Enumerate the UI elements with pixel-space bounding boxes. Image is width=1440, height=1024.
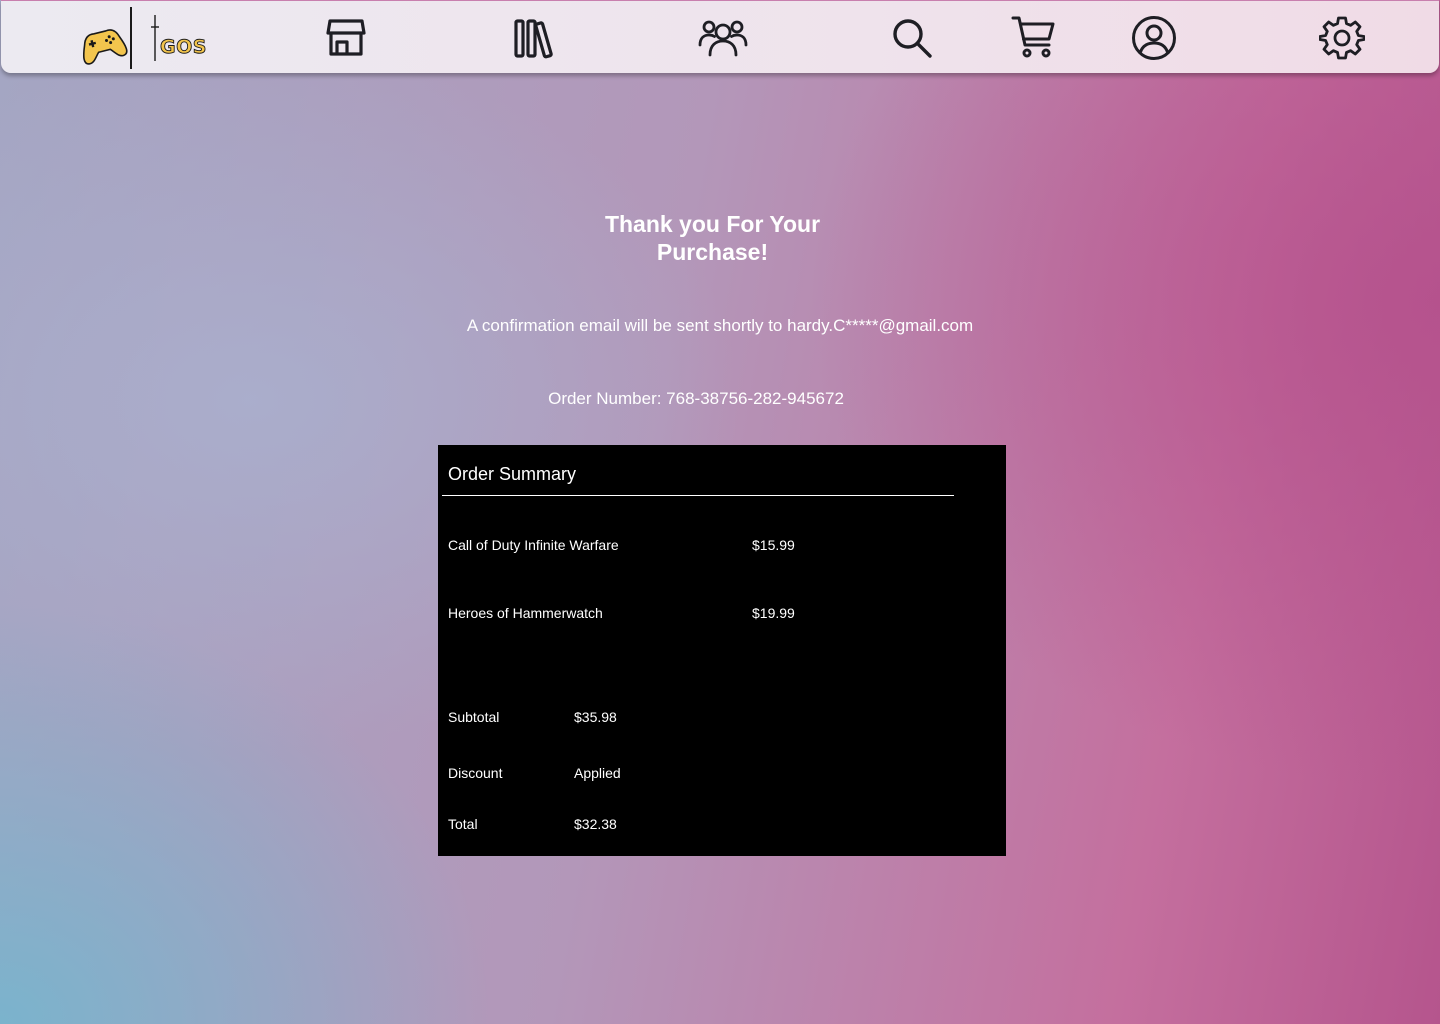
order-summary-panel: Order Summary Call of Duty Infinite Warf… [438,445,1006,856]
search-icon[interactable] [891,17,933,59]
order-number: Order Number: 768-38756-282-945672 [548,389,844,408]
line-item-price: $19.99 [752,605,795,621]
subtotal-value: $35.98 [574,709,617,725]
settings-icon[interactable] [1319,15,1365,61]
total-value: $32.38 [574,816,617,832]
profile-icon[interactable] [1131,15,1177,61]
subtotal-label: Subtotal [448,709,500,725]
line-item-name: Heroes of Hammerwatch [448,605,603,621]
page-title: Thank you For Your Purchase! [604,211,821,265]
total-label: Total [448,816,478,832]
discount-value: Applied [574,765,621,781]
order-summary-title: Order Summary [448,464,577,484]
confirmation-email-message: A confirmation email will be sent shortl… [466,316,974,335]
library-icon[interactable] [513,17,557,59]
gos-logo[interactable]: GOS [77,7,227,69]
store-icon[interactable] [325,17,367,59]
line-item-name: Call of Duty Infinite Warfare [448,537,619,553]
line-item-price: $15.99 [752,537,795,553]
summary-divider [442,495,954,496]
logo-text: GOS [160,36,207,58]
discount-label: Discount [448,765,503,781]
cart-icon[interactable] [1011,15,1057,59]
top-navigation-bar: GOS [1,0,1439,73]
sword-icon [151,15,159,61]
gamepad-icon [82,29,128,65]
friends-icon[interactable] [698,15,748,59]
